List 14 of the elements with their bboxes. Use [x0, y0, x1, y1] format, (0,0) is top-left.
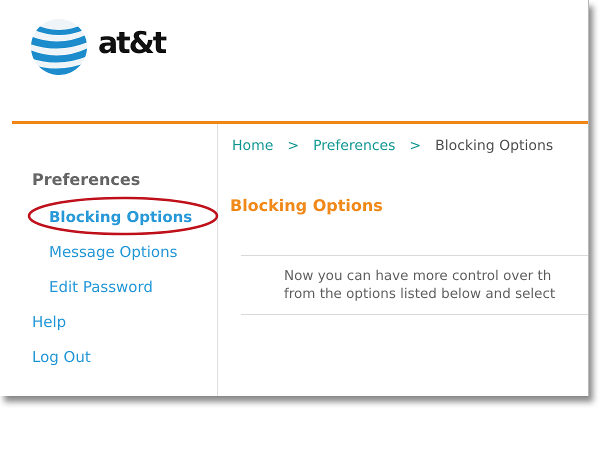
breadcrumb-link[interactable]: Home	[232, 138, 274, 154]
page-title: Blocking Options	[230, 196, 384, 215]
sidebar-link[interactable]: Edit Password	[49, 278, 153, 296]
breadcrumb-link[interactable]: Preferences	[313, 138, 396, 154]
brand-name: at&t	[98, 26, 166, 61]
intro-text: from the options listed below and select	[284, 286, 556, 302]
intro-text: Now you can have more control over th	[284, 268, 552, 284]
breadcrumb-separator: >	[287, 138, 300, 154]
sidebar-link[interactable]: Help	[32, 312, 66, 330]
breadcrumb-current-page: Blocking Options	[435, 138, 554, 154]
breadcrumb-separator: >	[409, 138, 422, 154]
sidebar-link[interactable]: Message Options	[49, 242, 178, 260]
sidebar-link[interactable]: Log Out	[32, 348, 91, 366]
sidebar-heading: Preferences	[32, 170, 142, 189]
